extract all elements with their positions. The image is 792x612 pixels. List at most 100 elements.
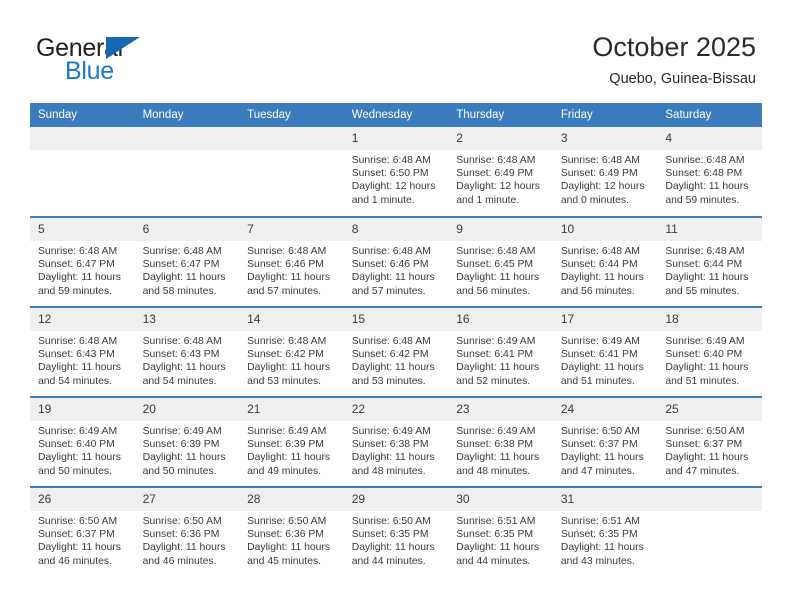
day-number: 13	[134, 308, 240, 331]
day-number: 4	[657, 127, 762, 150]
weekday-header-wednesday: Wednesday	[343, 103, 449, 127]
calendar-week-row: 5 Sunrise: 6:48 AM Sunset: 6:47 PM Daylight…	[30, 216, 762, 307]
calendar-day-cell[interactable]: 5 Sunrise: 6:48 AM Sunset: 6:47 PM Daylight…	[30, 216, 135, 307]
calendar-day-cell[interactable]: 13 Sunrise: 6:48 AM Sunset: 6:43 PM Dayligh…	[134, 306, 240, 397]
daylight-text-line1: Daylight: 11 hours	[351, 272, 435, 284]
sunrise-text: Sunrise: 6:48 AM	[560, 155, 640, 166]
day-details: Sunrise: 6:48 AM Sunset: 6:47 PM Daylight:…	[30, 241, 135, 298]
day-number: 26	[30, 488, 135, 511]
daylight-text-line1: Daylight: 11 hours	[142, 452, 226, 464]
calendar-day-cell[interactable]: 27 Sunrise: 6:50 AM Sunset: 6:36 PM Dayligh…	[134, 486, 240, 577]
calendar-day-cell-empty	[134, 127, 240, 217]
sunrise-text: Sunrise: 6:50 AM	[351, 516, 431, 527]
day-number: 24	[552, 398, 658, 421]
sunset-text: Sunset: 6:40 PM	[38, 439, 115, 451]
calendar-day-cell[interactable]: 22 Sunrise: 6:49 AM Sunset: 6:38 PM Dayligh…	[343, 396, 449, 487]
calendar-day-cell[interactable]: 28 Sunrise: 6:50 AM Sunset: 6:36 PM Dayligh…	[239, 486, 344, 577]
sunrise-text: Sunrise: 6:49 AM	[456, 426, 536, 437]
sunrise-text: Sunrise: 6:49 AM	[665, 336, 745, 347]
daylight-text-line2: and 47 minutes.	[665, 465, 740, 477]
weekday-header-row: Sunday Monday Tuesday Wednesday Thursday…	[30, 103, 762, 127]
calendar-body: 1 Sunrise: 6:48 AM Sunset: 6:50 PM Daylight…	[30, 127, 762, 577]
calendar-day-cell[interactable]: 2 Sunrise: 6:48 AM Sunset: 6:49 PM Daylight…	[448, 127, 553, 217]
day-details: Sunrise: 6:50 AM Sunset: 6:36 PM Daylight:…	[135, 511, 240, 568]
day-details: Sunrise: 6:49 AM Sunset: 6:40 PM Daylight:…	[657, 331, 762, 388]
day-number: 21	[239, 398, 344, 421]
day-details: Sunrise: 6:48 AM Sunset: 6:44 PM Daylight:…	[657, 241, 762, 298]
calendar-day-cell[interactable]: 11 Sunrise: 6:48 AM Sunset: 6:44 PM Dayligh…	[657, 216, 762, 307]
sunset-text: Sunset: 6:36 PM	[247, 529, 324, 541]
calendar-day-cell[interactable]: 29 Sunrise: 6:50 AM Sunset: 6:35 PM Dayligh…	[343, 486, 449, 577]
daylight-text-line2: and 45 minutes.	[247, 555, 322, 567]
calendar-day-cell[interactable]: 4 Sunrise: 6:48 AM Sunset: 6:48 PM Daylight…	[657, 127, 762, 217]
daylight-text-line2: and 51 minutes.	[665, 375, 740, 387]
daylight-text-line2: and 50 minutes.	[38, 465, 112, 477]
sunset-text: Sunset: 6:39 PM	[247, 439, 324, 451]
calendar-day-cell[interactable]: 10 Sunrise: 6:48 AM Sunset: 6:44 PM Dayligh…	[552, 216, 658, 307]
calendar-day-cell[interactable]: 8 Sunrise: 6:48 AM Sunset: 6:46 PM Daylight…	[343, 216, 449, 307]
daylight-text-line1: Daylight: 11 hours	[38, 542, 121, 554]
calendar-day-cell[interactable]: 6 Sunrise: 6:48 AM Sunset: 6:47 PM Daylight…	[134, 216, 240, 307]
day-number: 12	[30, 308, 135, 331]
sunrise-text: Sunrise: 6:48 AM	[456, 155, 536, 166]
daylight-text-line1: Daylight: 11 hours	[665, 181, 749, 193]
sunrise-text: Sunrise: 6:50 AM	[247, 516, 327, 527]
calendar-day-cell[interactable]: 25 Sunrise: 6:50 AM Sunset: 6:37 PM Dayligh…	[657, 396, 762, 487]
calendar-day-cell[interactable]: 15 Sunrise: 6:48 AM Sunset: 6:42 PM Dayligh…	[343, 306, 449, 397]
day-number: 28	[239, 488, 344, 511]
sunrise-text: Sunrise: 6:50 AM	[665, 426, 745, 437]
day-details: Sunrise: 6:48 AM Sunset: 6:47 PM Daylight:…	[135, 241, 240, 298]
daylight-text-line2: and 51 minutes.	[560, 375, 635, 387]
day-details: Sunrise: 6:48 AM Sunset: 6:43 PM Daylight:…	[30, 331, 135, 388]
sunset-text: Sunset: 6:35 PM	[351, 529, 429, 541]
weekday-header-tuesday: Tuesday	[239, 103, 344, 127]
day-details: Sunrise: 6:49 AM Sunset: 6:41 PM Daylight:…	[448, 331, 553, 388]
calendar-day-cell[interactable]: 20 Sunrise: 6:49 AM Sunset: 6:39 PM Dayligh…	[134, 396, 240, 487]
sunset-text: Sunset: 6:38 PM	[456, 439, 534, 451]
daylight-text-line1: Daylight: 11 hours	[560, 272, 644, 284]
day-number: 23	[448, 398, 553, 421]
calendar-day-cell[interactable]: 3 Sunrise: 6:48 AM Sunset: 6:49 PM Daylight…	[552, 127, 658, 217]
day-details: Sunrise: 6:49 AM Sunset: 6:39 PM Daylight:…	[135, 421, 240, 478]
sunrise-text: Sunrise: 6:48 AM	[142, 246, 222, 257]
weekday-header-saturday: Saturday	[657, 103, 762, 127]
daylight-text-line2: and 57 minutes.	[247, 285, 322, 297]
calendar-day-cell[interactable]: 9 Sunrise: 6:48 AM Sunset: 6:45 PM Daylight…	[448, 216, 553, 307]
day-number	[134, 127, 240, 150]
day-details: Sunrise: 6:49 AM Sunset: 6:41 PM Daylight:…	[553, 331, 658, 388]
day-details: Sunrise: 6:48 AM Sunset: 6:45 PM Daylight:…	[448, 241, 553, 298]
calendar-day-cell[interactable]: 12 Sunrise: 6:48 AM Sunset: 6:43 PM Dayligh…	[30, 306, 135, 397]
day-number: 29	[343, 488, 449, 511]
calendar-week-row: 26 Sunrise: 6:50 AM Sunset: 6:37 PM Dayligh…	[30, 486, 762, 577]
daylight-text-line1: Daylight: 11 hours	[665, 362, 749, 374]
daylight-text-line2: and 53 minutes.	[247, 375, 322, 387]
calendar-day-cell[interactable]: 23 Sunrise: 6:49 AM Sunset: 6:38 PM Dayligh…	[448, 396, 553, 487]
calendar-day-cell[interactable]: 17 Sunrise: 6:49 AM Sunset: 6:41 PM Dayligh…	[552, 306, 658, 397]
day-number: 1	[343, 127, 449, 150]
day-number: 27	[134, 488, 240, 511]
day-number: 25	[657, 398, 762, 421]
sunset-text: Sunset: 6:42 PM	[351, 349, 429, 361]
daylight-text-line1: Daylight: 11 hours	[351, 452, 435, 464]
calendar-day-cell[interactable]: 1 Sunrise: 6:48 AM Sunset: 6:50 PM Daylight…	[343, 127, 449, 217]
calendar-day-cell[interactable]: 19 Sunrise: 6:49 AM Sunset: 6:40 PM Dayligh…	[30, 396, 135, 487]
calendar-day-cell[interactable]: 7 Sunrise: 6:48 AM Sunset: 6:46 PM Daylight…	[239, 216, 344, 307]
calendar-day-cell[interactable]: 14 Sunrise: 6:48 AM Sunset: 6:42 PM Dayligh…	[239, 306, 344, 397]
sunset-text: Sunset: 6:45 PM	[456, 259, 534, 271]
calendar-day-cell[interactable]: 21 Sunrise: 6:49 AM Sunset: 6:39 PM Dayligh…	[239, 396, 344, 487]
weekday-header-monday: Monday	[134, 103, 240, 127]
sunset-text: Sunset: 6:42 PM	[247, 349, 324, 361]
calendar-day-cell[interactable]: 18 Sunrise: 6:49 AM Sunset: 6:40 PM Dayligh…	[657, 306, 762, 397]
daylight-text-line1: Daylight: 11 hours	[665, 452, 749, 464]
day-number: 5	[30, 218, 135, 241]
calendar-day-cell[interactable]: 24 Sunrise: 6:50 AM Sunset: 6:37 PM Dayligh…	[552, 396, 658, 487]
calendar-day-cell[interactable]: 26 Sunrise: 6:50 AM Sunset: 6:37 PM Dayligh…	[30, 486, 135, 577]
day-number: 20	[134, 398, 240, 421]
calendar-day-cell[interactable]: 31 Sunrise: 6:51 AM Sunset: 6:35 PM Dayligh…	[552, 486, 658, 577]
daylight-text-line1: Daylight: 12 hours	[560, 181, 645, 193]
brand-logo[interactable]: General Blue	[36, 34, 206, 90]
daylight-text-line2: and 57 minutes.	[351, 285, 426, 297]
calendar-day-cell[interactable]: 16 Sunrise: 6:49 AM Sunset: 6:41 PM Dayligh…	[448, 306, 553, 397]
daylight-text-line1: Daylight: 11 hours	[456, 452, 540, 464]
calendar-day-cell[interactable]: 30 Sunrise: 6:51 AM Sunset: 6:35 PM Dayligh…	[448, 486, 553, 577]
